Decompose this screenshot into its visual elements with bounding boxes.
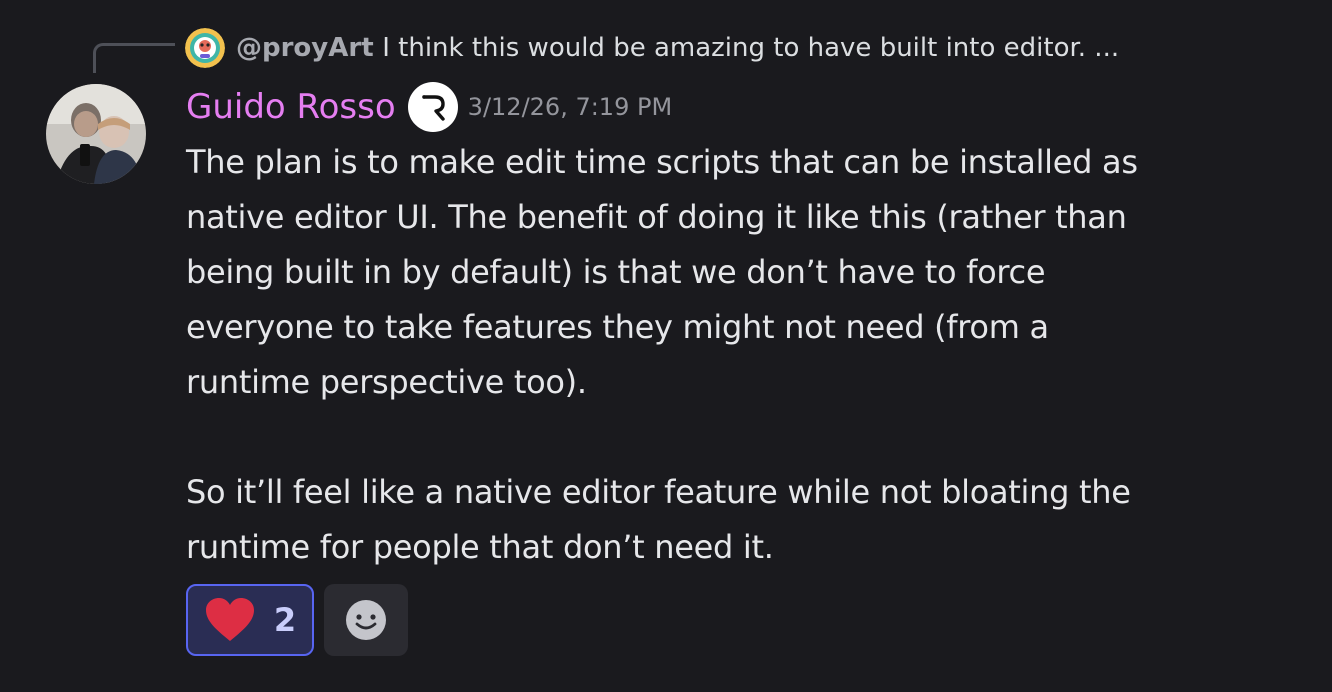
username[interactable]: Guido Rosso (186, 84, 396, 130)
message-line: runtime perspective too). (186, 363, 587, 401)
message-line: So it’ll feel like a native editor featu… (186, 473, 1131, 511)
message-line: The plan is to make edit time scripts th… (186, 143, 1138, 181)
message-header: Guido Rosso 3/12/26, 7:19 PM (186, 82, 673, 132)
reply-connector (93, 43, 175, 73)
add-reaction-button[interactable] (324, 584, 408, 656)
reply-text: I think this would be amazing to have bu… (382, 33, 1120, 63)
message-line: being built in by default) is that we do… (186, 253, 1046, 291)
message-line: native editor UI. The benefit of doing i… (186, 198, 1127, 236)
heart-reaction-button[interactable]: 2 (186, 584, 314, 656)
reactions-bar: 2 (186, 584, 408, 656)
message-content: The plan is to make edit time scripts th… (186, 135, 1296, 575)
smiley-icon (346, 600, 386, 640)
avatar[interactable] (46, 84, 146, 184)
message-line: everyone to take features they might not… (186, 308, 1049, 346)
reply-author[interactable]: @proyArt (236, 33, 374, 63)
chat-message: @proyArt I think this would be amazing t… (0, 0, 1332, 692)
server-tag-badge[interactable] (407, 82, 458, 132)
message-line: runtime for people that don’t need it. (186, 528, 774, 566)
reaction-count: 2 (273, 601, 297, 639)
paragraph-break (186, 410, 1296, 465)
heart-icon (205, 598, 254, 641)
reply-avatar[interactable] (185, 28, 225, 68)
r-logo-icon (421, 95, 445, 121)
timestamp: 3/12/26, 7:19 PM (467, 93, 673, 121)
reply-preview[interactable]: @proyArt I think this would be amazing t… (236, 26, 1326, 70)
